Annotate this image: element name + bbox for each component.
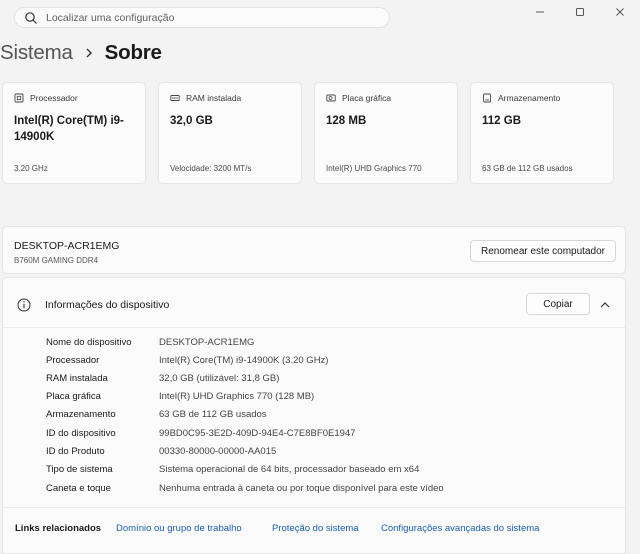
- card-value: Intel(R) Core(TM) i9-14900K: [14, 115, 124, 143]
- search-box[interactable]: [14, 7, 390, 28]
- device-info-title: Informações do dispositivo: [45, 299, 170, 311]
- spec-value: Nenhuma entrada à caneta ou por toque di…: [159, 483, 444, 494]
- card-label: Armazenamento: [498, 93, 561, 103]
- rename-computer-button[interactable]: Renomear este computador: [470, 240, 616, 262]
- card-processor: Processador Intel(R) Core(TM) i9-14900K …: [2, 82, 146, 184]
- card-storage: Armazenamento 112 GB 63 GB de 112 GB usa…: [470, 82, 614, 184]
- chevron-right-icon: [85, 47, 93, 59]
- breadcrumb-parent[interactable]: Sistema: [0, 41, 73, 65]
- window-controls: [520, 0, 640, 24]
- card-value: 32,0 GB: [170, 115, 213, 127]
- minimize-button[interactable]: [520, 0, 560, 24]
- spec-label: Tipo de sistema: [46, 464, 113, 475]
- maximize-icon: [576, 8, 584, 16]
- link-domain-workgroup[interactable]: Domínio ou grupo de trabalho: [116, 523, 242, 534]
- card-label: Placa gráfica: [342, 93, 392, 103]
- spec-value: 00330-80000-00000-AA015: [159, 446, 277, 457]
- spec-value: Intel(R) Core(TM) i9-14900K (3.20 GHz): [159, 355, 329, 366]
- spec-value: Sistema operacional de 64 bits, processa…: [159, 464, 420, 475]
- close-button[interactable]: [600, 0, 640, 24]
- card-value: 128 MB: [326, 115, 367, 127]
- copy-button[interactable]: Copiar: [526, 293, 590, 315]
- device-model: B760M GAMING DDR4: [14, 256, 99, 265]
- maximize-button[interactable]: [560, 0, 600, 24]
- info-icon: [17, 298, 31, 312]
- processor-icon: [14, 93, 24, 103]
- spec-value: 63 GB de 112 GB usados: [159, 409, 267, 420]
- card-value: 112 GB: [482, 115, 521, 127]
- divider: [3, 507, 625, 508]
- spec-label: Armazenamento: [46, 409, 116, 420]
- spec-label: Placa gráfica: [46, 391, 101, 402]
- spec-label: ID do dispositivo: [46, 428, 116, 439]
- page-title: Sobre: [104, 41, 162, 64]
- gpu-icon: [326, 93, 336, 103]
- chevron-up-icon[interactable]: [599, 299, 611, 311]
- divider: [3, 327, 625, 328]
- card-sub: Velocidade: 3200 MT/s: [170, 164, 252, 173]
- card-sub: 63 GB de 112 GB usados: [482, 164, 573, 173]
- related-links-label: Links relacionados: [15, 523, 102, 534]
- card-gpu: Placa gráfica 128 MB Intel(R) UHD Graphi…: [314, 82, 458, 184]
- spec-label: RAM instalada: [46, 373, 108, 384]
- spec-label: Nome do dispositivo: [46, 337, 132, 348]
- device-name-row: DESKTOP-ACR1EMG B760M GAMING DDR4 Renome…: [2, 226, 626, 274]
- spec-cards: Processador Intel(R) Core(TM) i9-14900K …: [2, 82, 614, 184]
- device-info-panel: Informações do dispositivo Copiar Nome d…: [2, 277, 626, 554]
- spec-value: 32,0 GB (utilizável: 31,8 GB): [159, 373, 280, 384]
- search-icon: [24, 11, 38, 25]
- search-input[interactable]: [46, 11, 389, 24]
- spec-value: 99BD0C95-3E2D-409D-94E4-C7E8BF0E1947: [159, 428, 356, 439]
- ram-icon: [170, 93, 180, 103]
- card-label: RAM instalada: [186, 93, 242, 103]
- spec-label: Caneta e toque: [46, 483, 111, 494]
- spec-label: ID do Produto: [46, 446, 105, 457]
- device-name: DESKTOP-ACR1EMG: [14, 240, 120, 252]
- card-sub: Intel(R) UHD Graphics 770: [326, 164, 422, 173]
- card-label: Processador: [30, 93, 78, 103]
- card-ram: RAM instalada 32,0 GB Velocidade: 3200 M…: [158, 82, 302, 184]
- spec-value: DESKTOP-ACR1EMG: [159, 337, 255, 348]
- storage-icon: [482, 93, 492, 103]
- spec-label: Processador: [46, 355, 100, 366]
- minimize-icon: [536, 11, 544, 13]
- spec-value: Intel(R) UHD Graphics 770 (128 MB): [159, 391, 315, 402]
- link-system-protection[interactable]: Proteção do sistema: [272, 523, 359, 534]
- link-advanced-system-settings[interactable]: Configurações avançadas do sistema: [381, 523, 539, 534]
- close-icon: [616, 8, 624, 16]
- breadcrumb: Sistema Sobre: [0, 41, 162, 65]
- card-sub: 3.20 GHz: [14, 164, 48, 173]
